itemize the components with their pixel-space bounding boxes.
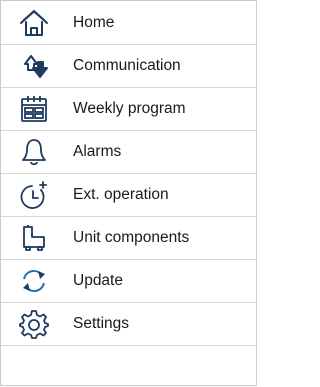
menu-item-label: Alarms [73, 143, 122, 160]
menu-item-home[interactable]: Home [1, 1, 256, 45]
gear-icon [19, 309, 49, 339]
menu-item-ext-operation[interactable]: Ext. operation [1, 174, 256, 217]
menu-item-label: Home [73, 13, 115, 31]
unit-components-icon [19, 223, 49, 253]
menu-item-settings[interactable]: Settings [1, 303, 256, 346]
menu-item-label: Ext. operation [73, 186, 169, 203]
communication-icon [19, 51, 49, 81]
bell-icon [19, 137, 49, 167]
menu-item-label: Weekly program [73, 100, 186, 117]
menu-item-communication[interactable]: Communication [1, 45, 256, 88]
home-icon [19, 8, 49, 38]
clock-plus-icon [19, 180, 49, 210]
update-icon [19, 266, 49, 296]
navigation-menu-panel: Home Communication Weekly program Alarms… [0, 0, 257, 386]
menu-item-label: Communication [73, 57, 181, 74]
menu-item-label: Unit components [73, 229, 190, 246]
navigation-menu: Home Communication Weekly program Alarms… [1, 1, 256, 346]
menu-item-weekly-program[interactable]: Weekly program [1, 88, 256, 131]
menu-item-label: Settings [73, 315, 130, 332]
calendar-icon [19, 94, 49, 124]
menu-item-alarms[interactable]: Alarms [1, 131, 256, 174]
menu-item-unit-components[interactable]: Unit components [1, 217, 256, 260]
menu-item-update[interactable]: Update [1, 260, 256, 303]
menu-item-label: Update [73, 272, 123, 289]
